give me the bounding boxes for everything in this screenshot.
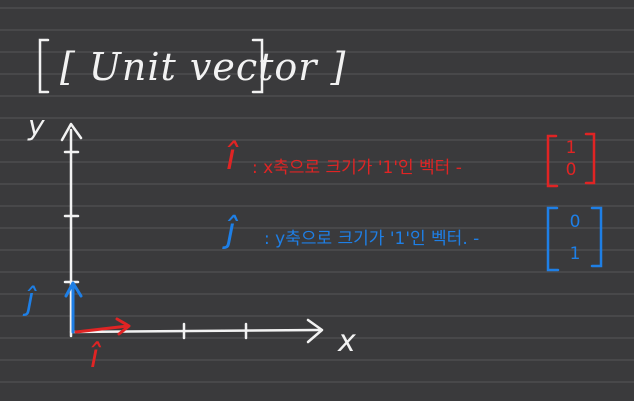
i-matrix-left-bracket <box>546 134 559 188</box>
i-hat-definition: : x축으로 크기가 '1'인 벡터 - <box>252 158 462 178</box>
i-matrix-bottom: 0 <box>565 160 577 180</box>
i-matrix-right-bracket <box>584 132 596 185</box>
j-matrix-bottom: 1 <box>569 244 581 264</box>
i-hat-axis-label: î <box>90 337 99 375</box>
j-matrix-right-bracket <box>590 206 603 268</box>
j-hat-symbol: ĵ <box>226 211 236 251</box>
j-matrix-left-bracket <box>546 206 560 272</box>
title-left-bracket <box>38 38 50 94</box>
j-hat-axis-label: ĵ <box>26 283 35 318</box>
x-axis-line <box>69 328 322 334</box>
j-matrix-top: 0 <box>569 212 581 232</box>
i-hat-symbol: î <box>226 137 237 178</box>
j-hat-definition: : y축으로 크기가 '1'인 벡터. - <box>264 229 480 249</box>
note-page: [ Unit vector ] y x î : x축으로 크기가 '1'인 벡터… <box>0 0 634 401</box>
y-axis-label: y <box>28 109 45 142</box>
i-matrix-top: 1 <box>565 138 577 158</box>
x-axis-label: x <box>338 324 356 359</box>
page-title: [ Unit vector ] <box>60 45 347 89</box>
